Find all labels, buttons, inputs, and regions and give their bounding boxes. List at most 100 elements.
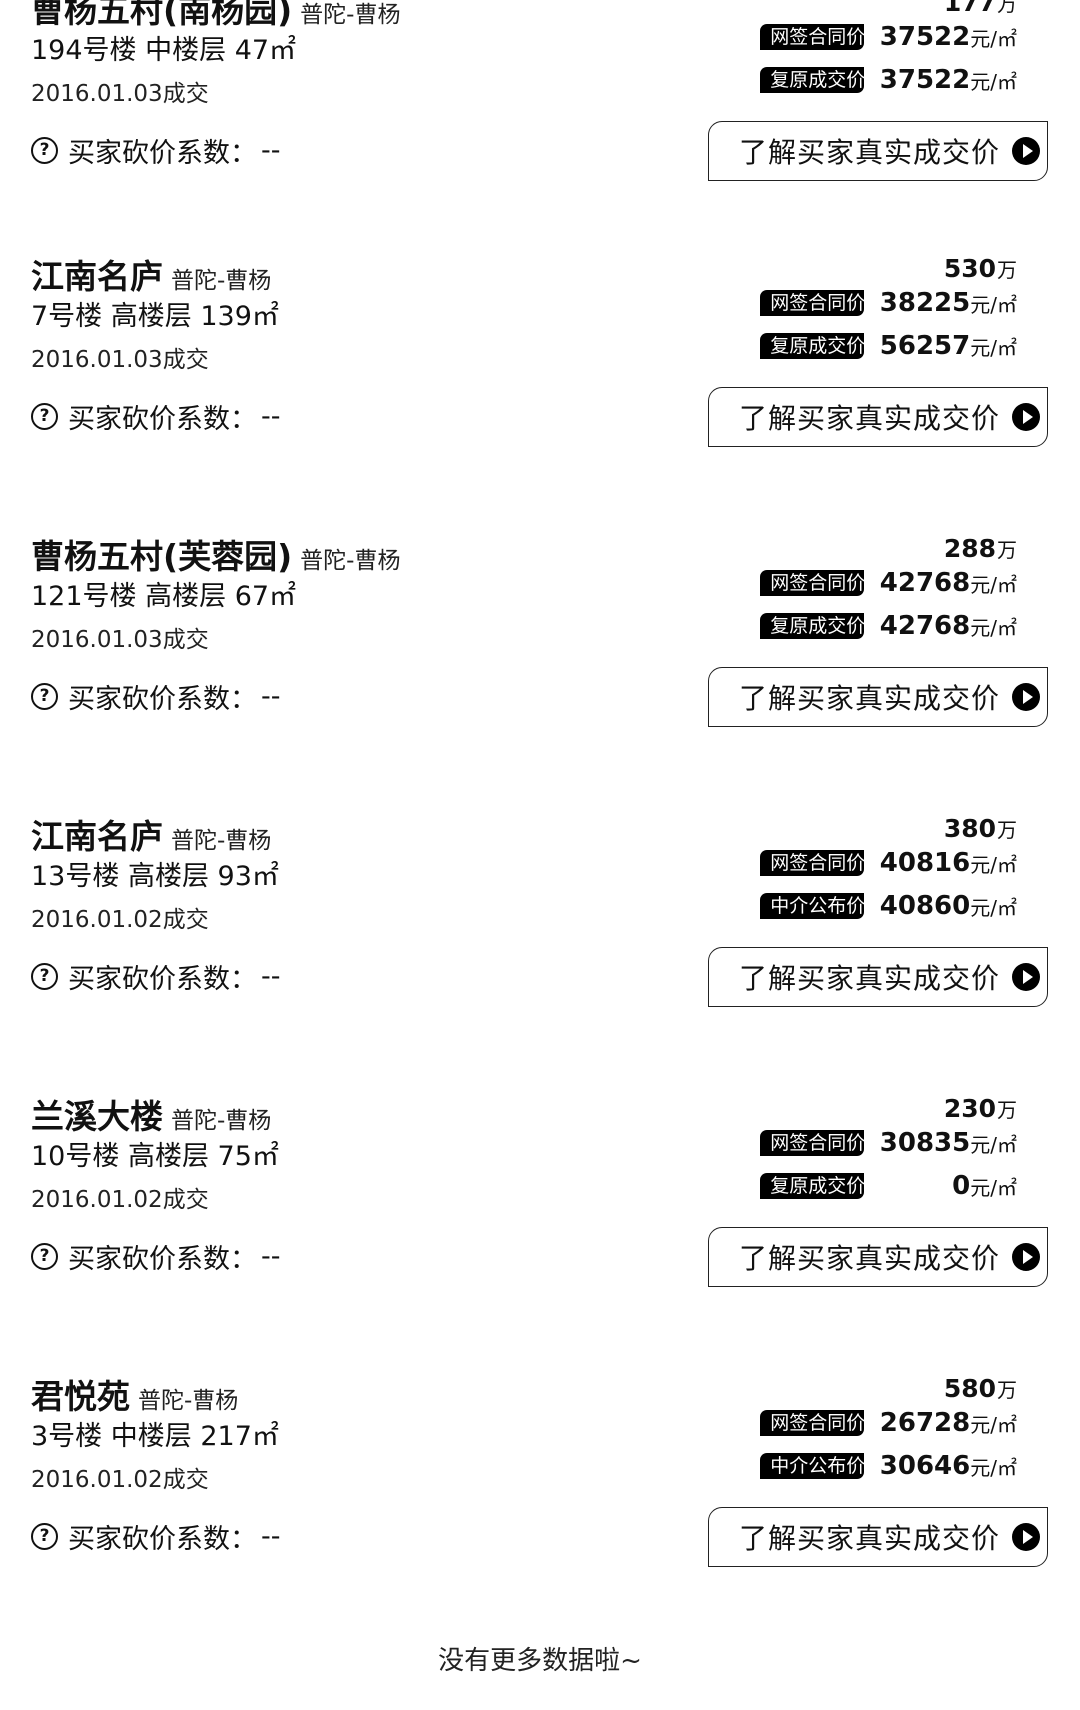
price-tag: 网签合同价 — [760, 850, 865, 876]
price-row: 网签合同价 42768 元/㎡ — [760, 566, 1017, 600]
coefficient-label: 买家砍价系数： — [68, 1243, 257, 1275]
district-label: 普陀-曹杨 — [171, 1108, 272, 1134]
list-item[interactable]: 曹杨五村(南杨园) 普陀-曹杨 194号楼 中楼层 47㎡ 2016.01.03成… — [0, 0, 1080, 238]
total-price: 580万 — [944, 1374, 1017, 1403]
district-label: 普陀-曹杨 — [300, 2, 401, 28]
total-price-value: 530 — [943, 254, 996, 283]
unit-price-unit: 元/㎡ — [970, 572, 1017, 597]
total-price: 288万 — [944, 534, 1017, 563]
coefficient-value: -- — [261, 134, 281, 166]
unit-price-unit: 元/㎡ — [970, 852, 1017, 877]
total-price-value: 380 — [943, 814, 996, 843]
question-circle-icon[interactable]: ? — [31, 136, 58, 164]
deal-date: 2016.01.03成交 — [31, 627, 209, 653]
unit-detail: 3号楼 中楼层 217㎡ — [31, 1421, 279, 1452]
list-item[interactable]: 君悦苑 普陀-曹杨 3号楼 中楼层 217㎡ 2016.01.02成交 580万 … — [0, 1370, 1080, 1624]
play-circle-icon — [1012, 137, 1041, 165]
price-row: 复原成交价 0 元/㎡ — [760, 1169, 1017, 1203]
price-row: 网签合同价 26728 元/㎡ — [760, 1406, 1017, 1440]
district-label: 普陀-曹杨 — [171, 828, 272, 854]
price-row: 网签合同价 38225 元/㎡ — [760, 286, 1017, 320]
real-price-button-label: 了解买家真实成交价 — [739, 402, 1001, 435]
real-price-button[interactable]: 了解买家真实成交价 — [708, 1227, 1048, 1287]
price-row: 网签合同价 40816 元/㎡ — [760, 846, 1017, 880]
total-price-unit: 万 — [997, 538, 1017, 562]
question-circle-icon[interactable]: ? — [31, 682, 58, 710]
list-item[interactable]: 江南名庐 普陀-曹杨 13号楼 高楼层 93㎡ 2016.01.02成交 380万… — [0, 810, 1080, 1064]
unit-price-value: 38225 — [879, 288, 971, 318]
price-tag: 复原成交价 — [760, 613, 865, 639]
question-circle-icon[interactable]: ? — [31, 1522, 58, 1550]
list-item[interactable]: 曹杨五村(芙蓉园) 普陀-曹杨 121号楼 高楼层 67㎡ 2016.01.03成… — [0, 530, 1080, 784]
real-price-button-label: 了解买家真实成交价 — [739, 1522, 1001, 1555]
price-row: 复原成交价 56257 元/㎡ — [760, 329, 1017, 363]
community-name: 曹杨五村(芙蓉园) — [31, 537, 293, 576]
price-tag: 网签合同价 — [760, 1410, 865, 1436]
deal-date: 2016.01.03成交 — [31, 81, 209, 107]
price-row: 网签合同价 37522 元/㎡ — [760, 20, 1017, 54]
coefficient-value: -- — [261, 960, 281, 992]
list-item[interactable]: 兰溪大楼 普陀-曹杨 10号楼 高楼层 75㎡ 2016.01.02成交 230万… — [0, 1090, 1080, 1344]
community-name: 兰溪大楼 — [31, 1097, 163, 1136]
coefficient-label: 买家砍价系数： — [68, 963, 257, 995]
real-price-button-label: 了解买家真实成交价 — [739, 1242, 1001, 1275]
real-price-button[interactable]: 了解买家真实成交价 — [708, 387, 1048, 447]
bargain-coefficient: ? 买家砍价系数： -- — [31, 678, 281, 715]
unit-price-value: 0 — [952, 1171, 971, 1201]
total-price-unit: 万 — [997, 1378, 1017, 1402]
community-name: 曹杨五村(南杨园) — [31, 0, 293, 30]
deal-date: 2016.01.03成交 — [31, 347, 209, 373]
price-row: 复原成交价 42768 元/㎡ — [760, 609, 1017, 643]
unit-price-unit: 元/㎡ — [970, 69, 1017, 94]
community-title: 江南名庐 普陀-曹杨 — [31, 810, 271, 856]
unit-detail: 121号楼 高楼层 67㎡ — [31, 581, 297, 612]
unit-price-value: 40860 — [879, 891, 971, 921]
unit-price-value: 37522 — [879, 65, 971, 95]
total-price: 380万 — [944, 814, 1017, 843]
coefficient-label: 买家砍价系数： — [68, 1523, 257, 1555]
price-tag: 复原成交价 — [760, 67, 865, 93]
total-price-value: 580 — [943, 1374, 996, 1403]
real-price-button[interactable]: 了解买家真实成交价 — [708, 947, 1048, 1007]
community-title: 君悦苑 普陀-曹杨 — [31, 1370, 238, 1416]
real-price-button[interactable]: 了解买家真实成交价 — [708, 1507, 1048, 1567]
district-label: 普陀-曹杨 — [138, 1388, 239, 1414]
no-more-data-text: 没有更多数据啦~ — [438, 1646, 642, 1676]
question-circle-icon[interactable]: ? — [31, 1242, 58, 1270]
community-name: 江南名庐 — [31, 817, 163, 856]
unit-price-value: 30646 — [879, 1451, 971, 1481]
coefficient-value: -- — [261, 400, 281, 432]
community-title: 兰溪大楼 普陀-曹杨 — [31, 1090, 271, 1136]
deal-date: 2016.01.02成交 — [31, 1187, 209, 1213]
price-row: 中介公布价 30646 元/㎡ — [760, 1449, 1017, 1483]
price-tag: 网签合同价 — [760, 570, 865, 596]
total-price: 530万 — [944, 254, 1017, 283]
price-tag: 网签合同价 — [760, 1130, 865, 1156]
coefficient-value: -- — [261, 1240, 281, 1272]
price-tag: 中介公布价 — [760, 1453, 865, 1479]
price-tag: 网签合同价 — [760, 24, 865, 50]
total-price-unit: 万 — [997, 1098, 1017, 1122]
real-price-button[interactable]: 了解买家真实成交价 — [708, 667, 1048, 727]
coefficient-value: -- — [261, 1520, 281, 1552]
list-item[interactable]: 江南名庐 普陀-曹杨 7号楼 高楼层 139㎡ 2016.01.03成交 530万… — [0, 250, 1080, 504]
play-circle-icon — [1012, 1523, 1041, 1551]
community-title: 江南名庐 普陀-曹杨 — [31, 250, 271, 296]
total-price-unit: 万 — [997, 818, 1017, 842]
unit-price-value: 26728 — [879, 1408, 971, 1438]
unit-price-value: 37522 — [879, 22, 971, 52]
question-circle-icon[interactable]: ? — [31, 962, 58, 990]
price-row: 网签合同价 30835 元/㎡ — [760, 1126, 1017, 1160]
unit-detail: 7号楼 高楼层 139㎡ — [31, 301, 279, 332]
play-circle-icon — [1012, 683, 1041, 711]
unit-price-unit: 元/㎡ — [970, 615, 1017, 640]
real-price-button[interactable]: 了解买家真实成交价 — [708, 121, 1048, 181]
unit-price-unit: 元/㎡ — [970, 1132, 1017, 1157]
play-circle-icon — [1012, 403, 1041, 431]
deal-date: 2016.01.02成交 — [31, 1467, 209, 1493]
district-label: 普陀-曹杨 — [300, 548, 401, 574]
question-circle-icon[interactable]: ? — [31, 402, 58, 430]
unit-price-unit: 元/㎡ — [970, 895, 1017, 920]
deal-date: 2016.01.02成交 — [31, 907, 209, 933]
total-price: 177万 — [944, 0, 1017, 17]
